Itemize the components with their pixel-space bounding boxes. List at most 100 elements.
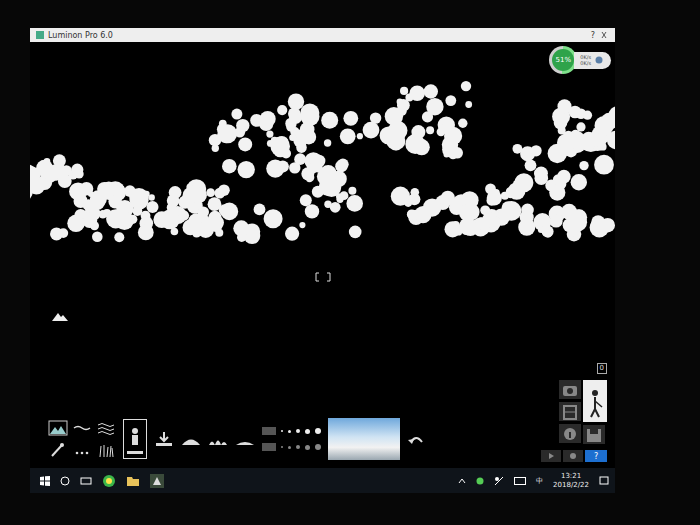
- help-button[interactable]: ?: [591, 31, 595, 40]
- folder-icon[interactable]: [126, 475, 140, 487]
- figure-icon: [124, 422, 146, 456]
- counter-box: 0: [597, 363, 607, 374]
- mountain-icon[interactable]: [52, 311, 68, 321]
- film-icon: [560, 403, 580, 421]
- percent-text: 51%: [555, 56, 571, 64]
- keyboard-icon[interactable]: [514, 477, 526, 485]
- notification-icon[interactable]: [599, 476, 609, 486]
- help-button[interactable]: ?: [585, 450, 607, 462]
- mountain-row: [30, 306, 615, 325]
- panel-button[interactable]: [583, 380, 607, 422]
- tool-button[interactable]: [48, 419, 68, 437]
- clock-time: 13:21: [561, 472, 581, 480]
- network-badge: 51% 0K/s0K/s: [549, 46, 611, 74]
- progress-ring: 51%: [549, 46, 577, 74]
- dots-icon: [72, 441, 92, 459]
- rocket-icon: [595, 56, 603, 64]
- wave-icon: [72, 419, 92, 437]
- size-dot[interactable]: [281, 446, 283, 448]
- search-icon[interactable]: [60, 476, 70, 486]
- viewport[interactable]: 51% 0K/s0K/s 0?: [30, 42, 615, 468]
- size-dot[interactable]: [305, 429, 310, 434]
- panel-column: [559, 380, 581, 444]
- size-dot[interactable]: [296, 429, 300, 433]
- size-dot[interactable]: [281, 430, 283, 432]
- app360-icon[interactable]: [102, 474, 116, 488]
- windows-icon[interactable]: [40, 476, 50, 486]
- app-window: Luminon Pro 6.0? 51% 0K/s0K/s 0? 中 13:212018/…: [30, 28, 615, 493]
- tool-button[interactable]: [96, 419, 116, 437]
- taskview-icon[interactable]: [80, 476, 92, 486]
- camera-icon: [560, 381, 580, 399]
- upload-text: 0K/s: [580, 54, 591, 60]
- tool-button[interactable]: [72, 419, 92, 437]
- clock[interactable]: 13:212018/2/22: [553, 472, 589, 489]
- save-icon: [584, 426, 604, 444]
- bumps-icon: [208, 430, 228, 448]
- tool-button[interactable]: [181, 430, 201, 448]
- cloud-render: [30, 66, 615, 246]
- undo-icon[interactable]: [407, 432, 425, 446]
- size-dot[interactable]: [288, 430, 291, 433]
- hill-icon: [181, 430, 201, 448]
- tool-grid: [48, 419, 116, 459]
- tool-button[interactable]: [154, 430, 174, 448]
- panel-column: [583, 380, 607, 444]
- panel-button[interactable]: [559, 380, 581, 399]
- size-dot[interactable]: [305, 445, 310, 450]
- panel-buttons: [559, 380, 607, 444]
- brush-sizes: [262, 427, 321, 451]
- size-row[interactable]: [262, 427, 321, 435]
- tool-button[interactable]: [96, 441, 116, 459]
- panel-button[interactable]: [559, 402, 581, 421]
- size-dot[interactable]: [315, 444, 321, 450]
- speed-pill: 0K/s0K/s: [574, 52, 611, 69]
- tool-strip: [48, 418, 425, 462]
- close-icon[interactable]: [599, 31, 609, 39]
- size-dot[interactable]: [315, 428, 321, 434]
- landscape-icon: [48, 419, 68, 437]
- download-speed: 0K/s: [580, 60, 591, 67]
- panel-button[interactable]: [559, 424, 581, 443]
- info-icon: [560, 425, 580, 443]
- size-swatch: [262, 427, 276, 435]
- title-bar: Luminon Pro 6.0?: [30, 28, 615, 42]
- bottom-toolbar: 0?: [30, 363, 615, 468]
- reticle-icon[interactable]: [315, 272, 331, 282]
- tool-button[interactable]: [48, 441, 68, 459]
- play-icon[interactable]: [541, 450, 561, 462]
- size-dot[interactable]: [288, 446, 291, 449]
- size-swatch: [262, 443, 276, 451]
- ime-indicator[interactable]: 中: [536, 476, 543, 486]
- size-dot[interactable]: [296, 445, 300, 449]
- tool-button[interactable]: [208, 430, 228, 448]
- network-icon[interactable]: [494, 476, 504, 486]
- app-icon[interactable]: [150, 474, 164, 488]
- app-icon: [36, 31, 44, 39]
- mound-icon: [235, 430, 255, 448]
- percent-label: 51%: [552, 49, 574, 71]
- tool-button[interactable]: [235, 430, 255, 448]
- panel-button[interactable]: [583, 425, 605, 444]
- status-dot-icon[interactable]: [476, 477, 484, 485]
- taskbar: 中 13:212018/2/22: [30, 468, 615, 493]
- size-row[interactable]: [262, 443, 321, 451]
- tool-button[interactable]: [72, 441, 92, 459]
- upload-speed: 0K/s: [580, 54, 591, 61]
- brush-icon: [48, 441, 68, 459]
- settings-icon[interactable]: [563, 450, 583, 462]
- reticle-row: [30, 272, 615, 282]
- download-icon: [154, 430, 174, 448]
- download-text: 0K/s: [580, 60, 591, 66]
- preview-thumbnail[interactable]: [328, 418, 400, 460]
- tool-button[interactable]: [123, 419, 147, 459]
- grass-icon: [96, 441, 116, 459]
- clock-date: 2018/2/22: [553, 481, 589, 489]
- right-panel: 0?: [541, 363, 607, 462]
- chevron-icon[interactable]: [458, 478, 466, 484]
- speeds: 0K/s0K/s: [580, 54, 591, 67]
- window-title: Luminon Pro 6.0: [48, 31, 113, 40]
- figure-icon: [583, 383, 607, 419]
- water-icon: [96, 419, 116, 437]
- panel-footer: ?: [541, 450, 607, 462]
